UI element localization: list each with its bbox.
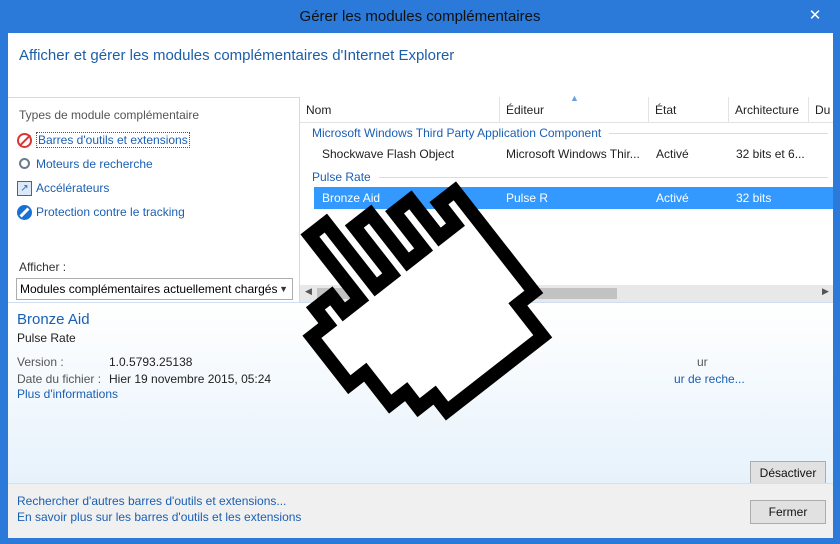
window-title: Gérer les modules complémentaires [299, 8, 541, 25]
search-right-link[interactable]: ur de reche... [674, 372, 745, 386]
addon-name: Bronze Aid [17, 311, 90, 328]
list-group-header: Microsoft Windows Third Party Applicatio… [300, 123, 833, 143]
column-header-name[interactable]: Nom [300, 97, 500, 123]
close-window-button[interactable]: ✕ [805, 7, 825, 25]
addon-list: Nom Éditeur ▲ État Architecture Du Micro… [299, 93, 833, 302]
learn-more-extensions-link[interactable]: En savoir plus sur les barres d'outils e… [17, 510, 301, 524]
right-label: ur [697, 355, 708, 369]
sidebar-item-label: Moteurs de recherche [36, 157, 153, 171]
scroll-left-icon[interactable]: ◀ [300, 286, 317, 297]
title-bar[interactable]: Gérer les modules complémentaires ✕ [1, 1, 839, 33]
file-date-value: Hier 19 novembre 2015, 05:24 [109, 372, 272, 386]
show-label: Afficher : [19, 260, 67, 274]
column-header-status[interactable]: État [649, 97, 729, 123]
accelerator-icon: ↗ [17, 180, 32, 196]
window-client: Afficher et gérer les modules complément… [8, 33, 833, 538]
file-date-label: Date du fichier : [17, 372, 102, 386]
addon-types-pane: Types de module complémentaire Barres d'… [8, 97, 299, 302]
group-name: Microsoft Windows Third Party Applicatio… [312, 126, 602, 140]
cell-architecture: 32 bits et 6... [736, 147, 805, 161]
version-label: Version : [17, 355, 64, 369]
scrollbar-thumb[interactable] [317, 288, 617, 299]
close-button[interactable]: Fermer [750, 500, 826, 524]
sidebar-item-label: Accélérateurs [36, 181, 110, 195]
addon-manager-window: Gérer les modules complémentaires ✕ Affi… [0, 0, 840, 544]
horizontal-scrollbar[interactable]: ◀ ▶ [300, 285, 833, 302]
group-divider [378, 176, 828, 178]
more-info-link[interactable]: Plus d'informations [17, 387, 118, 401]
cell-name: Bronze Aid [322, 191, 381, 205]
group-divider [609, 132, 828, 134]
addon-details-panel: Bronze Aid Pulse Rate Version : 1.0.5793… [8, 302, 833, 485]
cell-architecture: 32 bits [736, 191, 772, 205]
disable-button[interactable]: Désactiver [750, 461, 826, 485]
page-title: Afficher et gérer les modules complément… [19, 47, 455, 64]
sidebar-item-toolbars[interactable]: Barres d'outils et extensions [17, 130, 190, 150]
addon-publisher: Pulse Rate [17, 331, 76, 345]
table-row[interactable]: Shockwave Flash Object Microsoft Windows… [300, 143, 833, 165]
find-more-extensions-link[interactable]: Rechercher d'autres barres d'outils et e… [17, 494, 286, 508]
sidebar-item-search-providers[interactable]: Moteurs de recherche [17, 154, 153, 174]
chevron-down-icon: ▼ [279, 284, 288, 294]
sidebar-item-accelerators[interactable]: ↗ Accélérateurs [17, 178, 109, 198]
tracking-protection-icon [17, 204, 32, 220]
list-group-header: Pulse Rate [300, 167, 833, 187]
group-name: Pulse Rate [312, 170, 371, 184]
cell-name: Shockwave Flash Object [322, 147, 455, 161]
show-filter-select[interactable]: Modules complémentaires actuellement cha… [16, 278, 293, 300]
search-type-link[interactable]: Recherc [384, 372, 429, 386]
cell-publisher: Microsoft Windows Thir... [506, 147, 640, 161]
sort-ascending-icon: ▲ [570, 93, 579, 103]
cell-publisher: Pulse R [506, 191, 549, 205]
addon-types-title: Types de module complémentaire [19, 108, 200, 122]
type-label: Type [384, 355, 411, 369]
column-header-architecture[interactable]: Architecture [729, 97, 809, 123]
sidebar-item-tracking-protection[interactable]: Protection contre le tracking [17, 202, 185, 222]
version-value: 1.0.5793.25138 [109, 355, 193, 369]
scroll-right-icon[interactable]: ▶ [817, 286, 833, 297]
cell-status: Activé [656, 147, 689, 161]
cell-status: Activé [656, 191, 689, 205]
show-filter-value: Modules complémentaires actuellement cha… [20, 282, 278, 296]
footer: Rechercher d'autres barres d'outils et e… [8, 483, 833, 538]
column-header-duration[interactable]: Du [809, 97, 833, 123]
sidebar-item-label: Barres d'outils et extensions [36, 132, 190, 148]
table-row-selected[interactable]: Bronze Aid Pulse R Activé 32 bits [314, 187, 833, 209]
search-icon [19, 157, 30, 169]
toolbar-extension-icon [17, 132, 32, 148]
sidebar-item-label: Protection contre le tracking [36, 205, 185, 219]
